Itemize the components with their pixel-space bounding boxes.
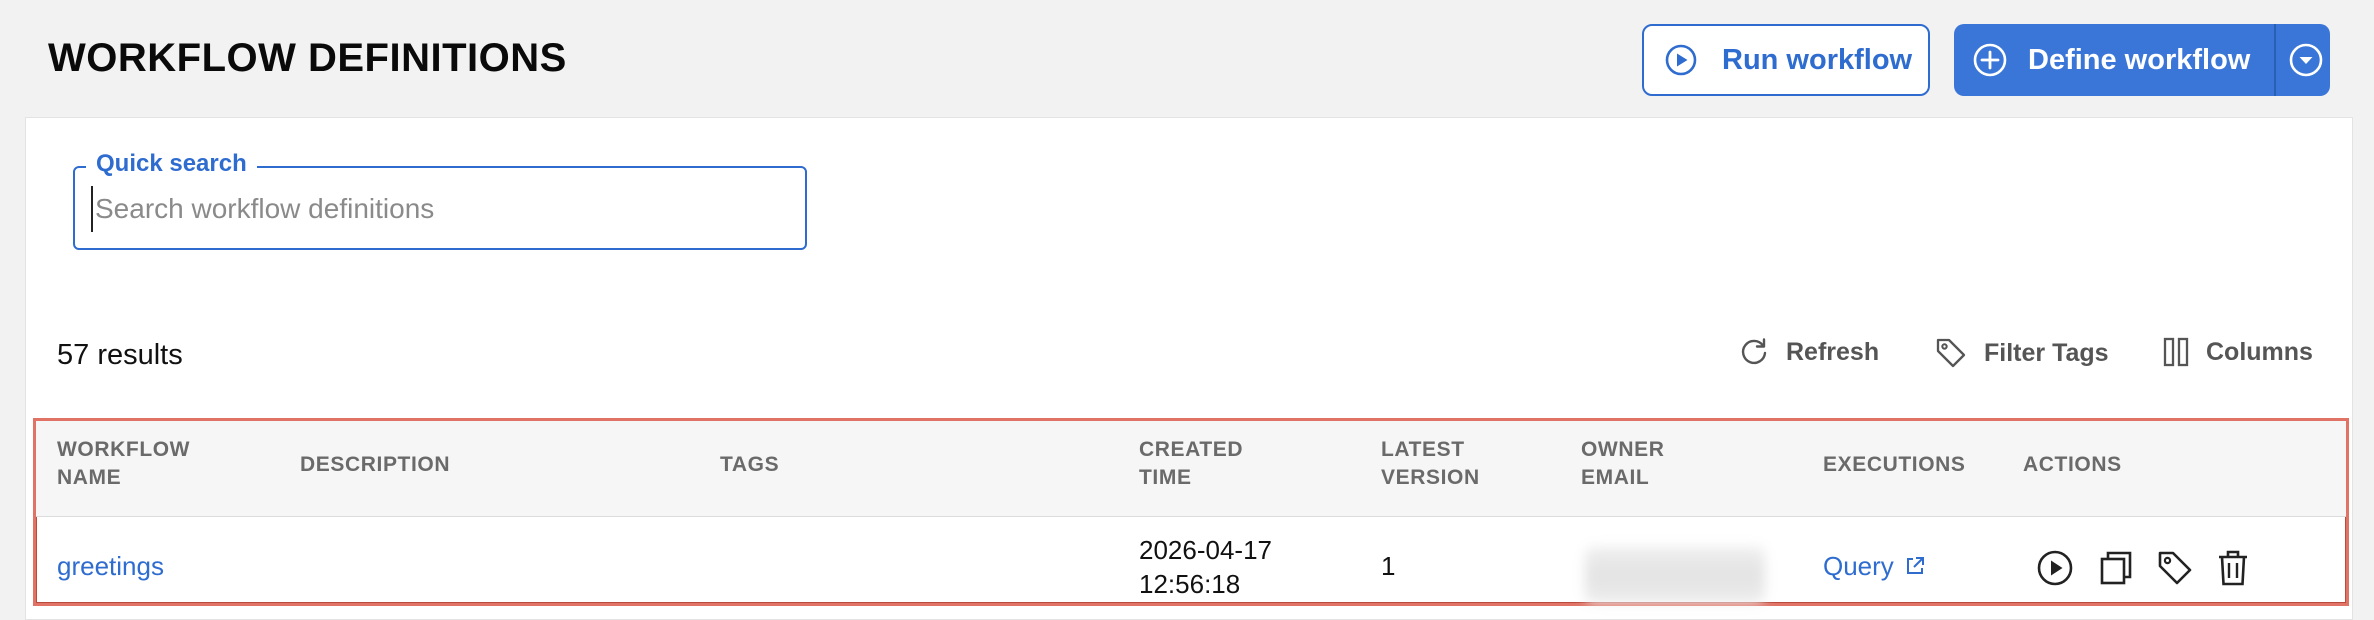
table-header: WORKFLOW NAME DESCRIPTION TAGS CREATED TIM…: [36, 421, 2346, 517]
columns-label: Columns: [2206, 337, 2313, 366]
refresh-label: Refresh: [1786, 337, 1880, 366]
refresh-button[interactable]: Refresh: [1738, 336, 1879, 368]
latest-version-cell: 1: [1381, 551, 1396, 581]
run-workflow-label: Run workflow: [1722, 43, 1913, 76]
play-circle-icon: [1664, 43, 1698, 77]
external-link-icon: [1904, 555, 1926, 577]
column-header-owner-email[interactable]: OWNER EMAIL: [1581, 436, 1781, 492]
clone-action-copy-icon[interactable]: [2098, 549, 2134, 587]
tag-action-tag-icon[interactable]: [2156, 549, 2194, 587]
chevron-down-circle-icon[interactable]: [2288, 42, 2324, 78]
columns-button[interactable]: Columns: [2162, 336, 2313, 368]
column-header-actions: ACTIONS: [2023, 453, 2122, 476]
run-workflow-button[interactable]: Run workflow: [1642, 24, 1930, 96]
button-divider: [2274, 24, 2276, 96]
owner-email-cell-redacted: [1585, 547, 1765, 603]
quick-search-field[interactable]: [73, 166, 807, 250]
delete-action-trash-icon[interactable]: [2216, 549, 2250, 587]
workflow-name-link[interactable]: greetings: [57, 549, 164, 583]
search-input[interactable]: [91, 186, 787, 232]
column-header-latest-version[interactable]: LATEST VERSION: [1381, 436, 1581, 492]
define-workflow-button[interactable]: Define workflow: [1954, 24, 2330, 96]
run-action-play-circle-icon[interactable]: [2036, 549, 2074, 587]
column-header-workflow-name[interactable]: WORKFLOW NAME: [57, 436, 257, 492]
column-header-description[interactable]: DESCRIPTION: [300, 451, 450, 479]
quick-search-label: Quick search: [86, 150, 257, 178]
page-title: WORKFLOW DEFINITIONS: [48, 36, 567, 80]
column-header-tags[interactable]: TAGS: [720, 451, 779, 479]
define-workflow-label: Define workflow: [2028, 43, 2251, 76]
filter-tags-label: Filter Tags: [1984, 338, 2109, 367]
tag-icon: [1934, 336, 1968, 370]
results-count: 57 results: [57, 339, 183, 371]
executions-query-link[interactable]: Query: [1823, 549, 1926, 583]
column-header-executions[interactable]: EXECUTIONS: [1823, 451, 1966, 479]
column-header-created-time[interactable]: CREATED TIME: [1139, 436, 1339, 492]
columns-icon: [2162, 336, 2190, 368]
refresh-icon: [1738, 336, 1770, 368]
created-time-cell: 2026-04-17 12:56:18: [1139, 535, 1272, 599]
filter-tags-button[interactable]: Filter Tags: [1934, 336, 2109, 370]
plus-circle-icon: [1972, 42, 2008, 78]
workflow-definitions-table: WORKFLOW NAME DESCRIPTION TAGS CREATED TIM…: [33, 418, 2349, 606]
